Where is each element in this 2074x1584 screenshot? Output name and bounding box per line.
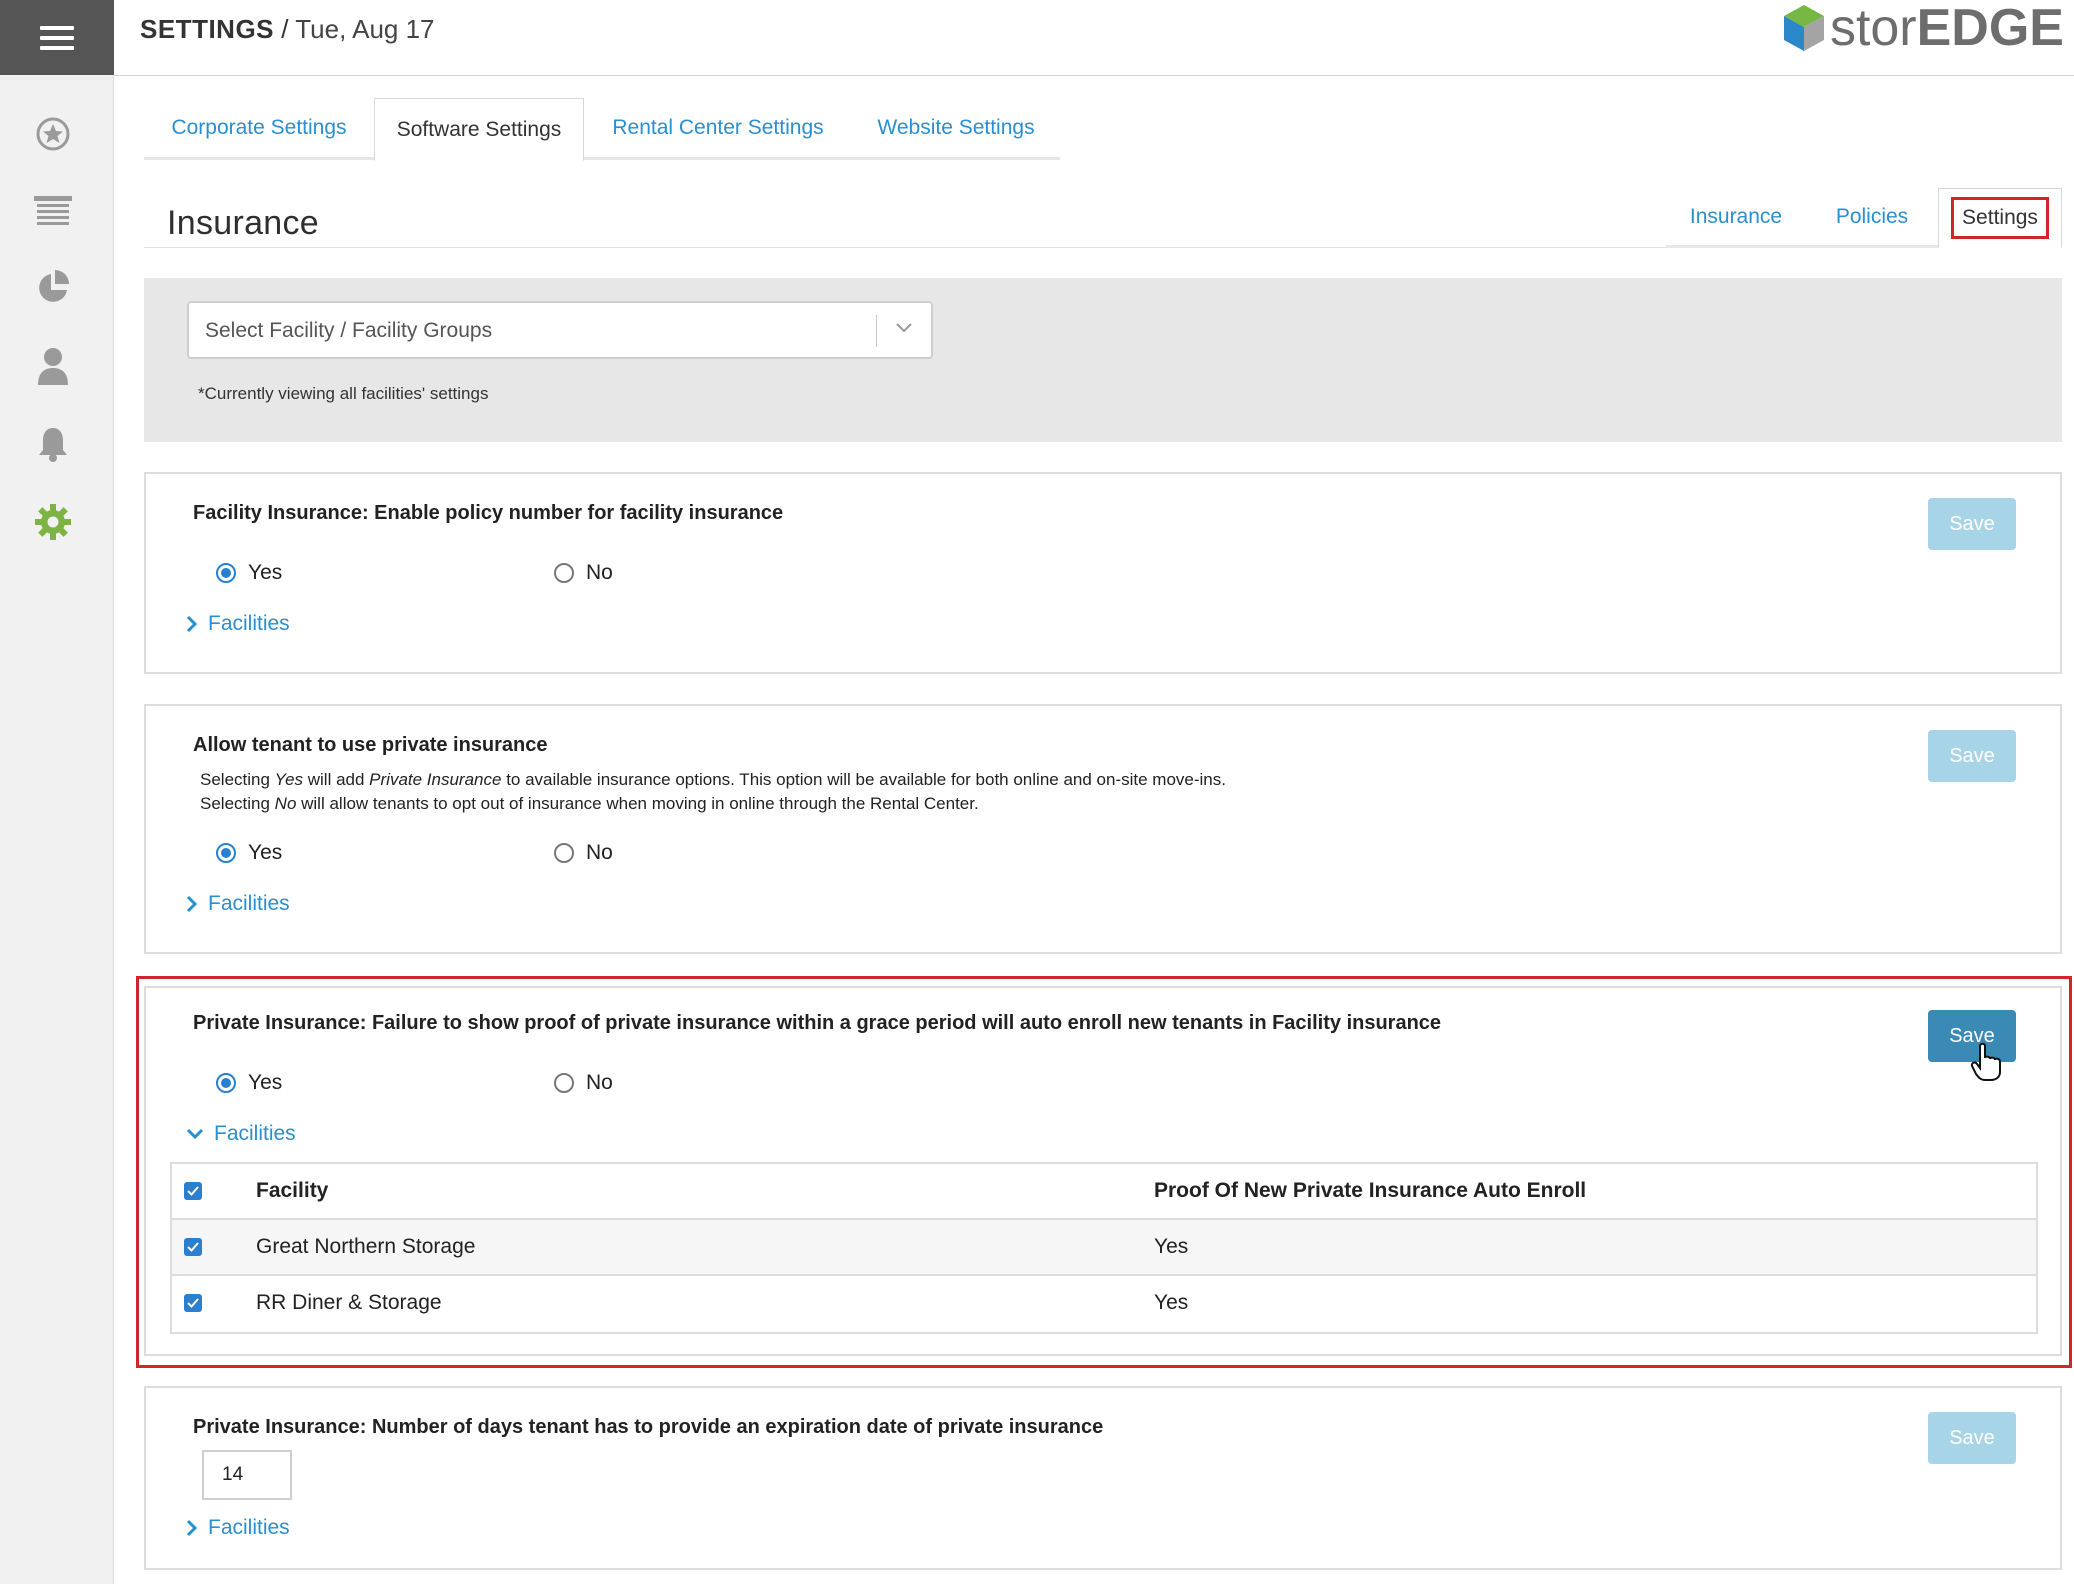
setting-title: Private Insurance: Failure to show proof… — [193, 1012, 1442, 1034]
radio-yes-option[interactable]: Yes — [216, 840, 282, 866]
radio-no-option[interactable]: No — [554, 560, 613, 586]
table-row: Great Northern Storage Yes — [172, 1220, 2036, 1276]
days-input[interactable]: 14 — [202, 1450, 292, 1500]
facilities-label: Facilities — [208, 892, 290, 915]
facilities-toggle[interactable]: Facilities — [186, 612, 290, 636]
main-tabs: Corporate Settings Software Settings Ren… — [144, 98, 1060, 161]
bell-icon[interactable] — [33, 424, 73, 464]
radio-yes[interactable] — [216, 1073, 236, 1093]
subtab-settings-label: Settings — [1951, 197, 2049, 239]
radio-yes-option[interactable]: Yes — [216, 560, 282, 586]
chevron-right-icon — [186, 615, 198, 633]
facilities-label: Facilities — [214, 1122, 296, 1145]
gear-icon[interactable] — [33, 502, 73, 542]
radio-no[interactable] — [554, 1073, 574, 1093]
facilities-label: Facilities — [208, 612, 290, 635]
hamburger-menu-button[interactable] — [0, 0, 114, 75]
auto-enroll-value: Yes — [1154, 1291, 1189, 1314]
setting-title: Allow tenant to use private insurance — [193, 734, 548, 756]
table-row: RR Diner & Storage Yes — [172, 1276, 2036, 1332]
user-icon[interactable] — [33, 346, 73, 386]
setting-title: Private Insurance: Number of days tenant… — [193, 1416, 1104, 1438]
pie-chart-icon[interactable] — [33, 268, 73, 308]
setting-title: Facility Insurance: Enable policy number… — [193, 502, 784, 524]
subtab-insurance[interactable]: Insurance — [1666, 188, 1806, 248]
setting-card-policy-number: Facility Insurance: Enable policy number… — [144, 472, 2062, 674]
storedge-logo: storEDGE — [1782, 2, 2064, 54]
radio-no[interactable] — [554, 843, 574, 863]
chevron-down-icon — [895, 321, 913, 339]
auto-enroll-value: Yes — [1154, 1235, 1189, 1258]
facility-filter-panel: Select Facility / Facility Groups *Curre… — [144, 278, 2062, 442]
facilities-table: Facility Proof Of New Private Insurance … — [170, 1162, 2038, 1334]
facilities-toggle[interactable]: Facilities — [186, 892, 290, 916]
table-header-row: Facility Proof Of New Private Insurance … — [172, 1164, 2036, 1220]
subtab-policies[interactable]: Policies — [1806, 188, 1938, 248]
save-button[interactable]: Save — [1928, 730, 2016, 782]
tab-software-settings[interactable]: Software Settings — [374, 98, 584, 161]
tab-website-settings[interactable]: Website Settings — [852, 98, 1060, 160]
viewing-note: *Currently viewing all facilities' setti… — [198, 384, 489, 403]
row-checkbox[interactable] — [184, 1294, 202, 1312]
column-header-facility: Facility — [256, 1179, 329, 1202]
radio-yes-label: Yes — [248, 1071, 283, 1094]
radio-yes-label: Yes — [248, 841, 283, 864]
radio-yes[interactable] — [216, 843, 236, 863]
radio-no[interactable] — [554, 563, 574, 583]
menu-icon — [40, 25, 74, 50]
setting-card-expiration-days: Private Insurance: Number of days tenant… — [144, 1386, 2062, 1570]
save-button[interactable]: Save — [1928, 498, 2016, 550]
section-header: Insurance Insurance Policies Settings — [144, 188, 2062, 248]
current-date: Tue, Aug 17 — [295, 14, 435, 44]
chevron-right-icon — [186, 1519, 198, 1537]
star-icon[interactable] — [33, 114, 73, 154]
save-button[interactable]: Save — [1928, 1412, 2016, 1464]
tab-corporate-settings[interactable]: Corporate Settings — [144, 98, 374, 160]
radio-yes-option[interactable]: Yes — [216, 1070, 282, 1096]
select-divider — [876, 315, 877, 347]
radio-no-label: No — [586, 1071, 613, 1094]
setting-description: Selecting Yes will add Private Insurance… — [200, 770, 1226, 813]
facilities-toggle[interactable]: Facilities — [186, 1122, 296, 1146]
setting-card-auto-enroll: Private Insurance: Failure to show proof… — [144, 986, 2062, 1356]
subtab-settings[interactable]: Settings — [1938, 188, 2062, 248]
tab-rental-center-settings[interactable]: Rental Center Settings — [584, 98, 852, 160]
radio-no-option[interactable]: No — [554, 840, 613, 866]
radio-no-label: No — [586, 841, 613, 864]
left-nav-rail — [0, 0, 114, 1584]
list-icon[interactable] — [33, 192, 73, 232]
chevron-right-icon — [186, 895, 198, 913]
facility-group-select[interactable]: Select Facility / Facility Groups — [187, 301, 933, 359]
radio-yes-label: Yes — [248, 561, 283, 584]
setting-card-private-insurance: Allow tenant to use private insurance Sa… — [144, 704, 2062, 954]
top-header: SETTINGS / Tue, Aug 17 storEDGE — [114, 0, 2074, 76]
radio-no-label: No — [586, 561, 613, 584]
select-all-checkbox[interactable] — [184, 1182, 202, 1200]
facility-name: Great Northern Storage — [256, 1235, 476, 1258]
chevron-down-icon — [186, 1128, 204, 1140]
hand-cursor-icon — [1970, 1042, 2001, 1081]
section-title: Insurance — [167, 204, 320, 242]
facilities-toggle[interactable]: Facilities — [186, 1516, 290, 1540]
facility-name: RR Diner & Storage — [256, 1291, 442, 1314]
cube-logo-icon — [1783, 5, 1824, 51]
radio-yes[interactable] — [216, 563, 236, 583]
facilities-label: Facilities — [208, 1516, 290, 1539]
radio-no-option[interactable]: No — [554, 1070, 613, 1096]
page-title: SETTINGS / Tue, Aug 17 — [140, 14, 435, 44]
row-checkbox[interactable] — [184, 1238, 202, 1256]
column-header-auto-enroll: Proof Of New Private Insurance Auto Enro… — [1154, 1179, 1587, 1202]
select-placeholder: Select Facility / Facility Groups — [205, 319, 493, 342]
